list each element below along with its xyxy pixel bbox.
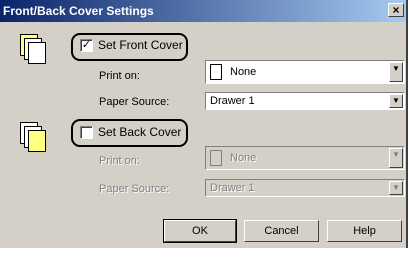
chevron-down-icon: ▼ [389, 181, 403, 195]
front-cover-stack-icon [20, 34, 50, 68]
back-paper-source-select: Drawer 1 ▼ [205, 179, 405, 197]
cover-settings-dialog: Front/Back Cover Settings × ✓ Set Front … [0, 0, 408, 248]
close-button[interactable]: × [388, 3, 404, 17]
front-paper-source-select[interactable]: Drawer 1 ▼ [205, 92, 405, 110]
back-cover-stack-icon [20, 122, 50, 156]
back-print-on-value: None [230, 152, 257, 164]
cancel-button[interactable]: Cancel [244, 220, 319, 242]
front-print-on-value: None [230, 66, 257, 78]
front-print-on-label: Print on: [99, 70, 140, 82]
back-print-on-label: Print on: [99, 155, 140, 167]
document-icon [210, 150, 222, 166]
front-cover-label-text: Set Front Cover [98, 38, 183, 52]
back-print-on-select: None ▼ [205, 146, 405, 170]
back-cover-label-text: Set Back Cover [98, 125, 182, 139]
help-button[interactable]: Help [327, 220, 402, 242]
back-paper-source-value: Drawer 1 [210, 182, 255, 194]
front-cover-label: Set Front Cover [98, 38, 183, 52]
back-cover-checkbox[interactable] [80, 125, 93, 139]
title-bar[interactable]: Front/Back Cover Settings × [0, 0, 406, 22]
front-print-on-select[interactable]: None ▼ [205, 60, 405, 84]
front-paper-source-label: Paper Source: [99, 96, 170, 108]
document-icon [210, 64, 222, 80]
back-cover-row[interactable]: Set Back Cover [80, 125, 181, 139]
ok-button[interactable]: OK [163, 219, 237, 243]
chevron-down-icon[interactable]: ▼ [389, 62, 403, 82]
front-cover-row[interactable]: ✓ Set Front Cover [80, 38, 183, 52]
front-paper-source-value: Drawer 1 [210, 95, 255, 107]
chevron-down-icon: ▼ [389, 148, 403, 168]
back-paper-source-label: Paper Source: [99, 183, 170, 195]
back-cover-label: Set Back Cover [98, 125, 181, 139]
front-cover-checkbox[interactable]: ✓ [80, 38, 93, 52]
chevron-down-icon[interactable]: ▼ [389, 94, 403, 108]
window-title: Front/Back Cover Settings [3, 4, 154, 18]
